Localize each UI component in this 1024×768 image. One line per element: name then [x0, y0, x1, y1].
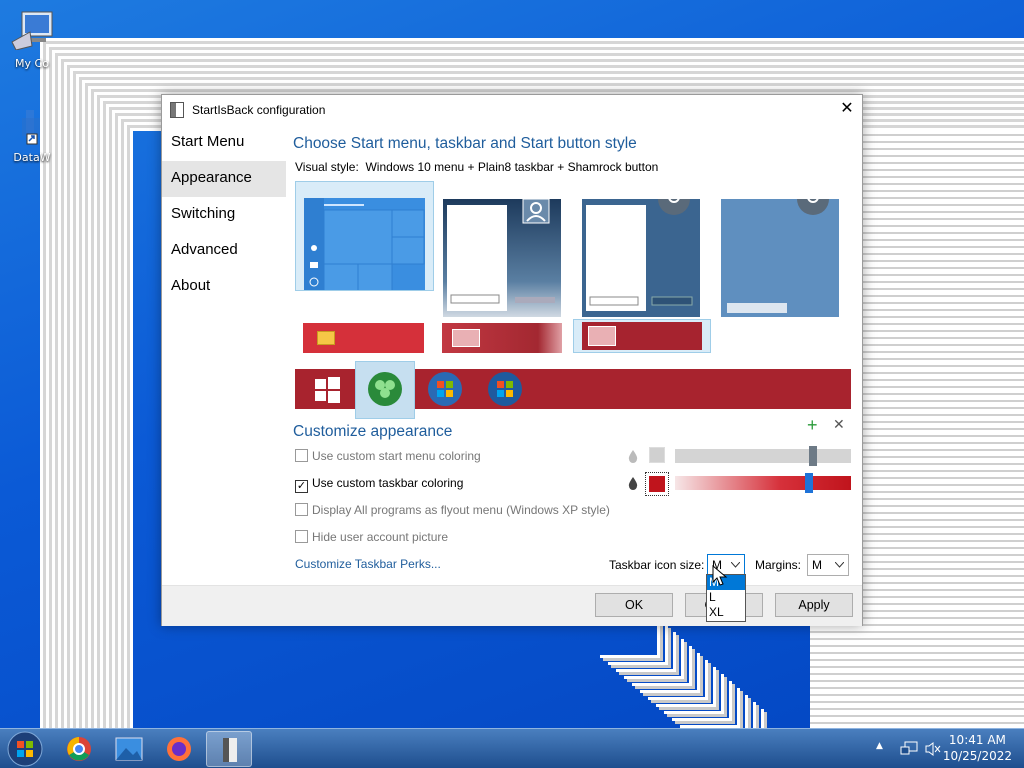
- desktop-icon-datawrapper[interactable]: DataW: [2, 108, 62, 164]
- mouse-cursor-icon: [712, 565, 728, 586]
- checkbox-box: [295, 530, 308, 543]
- menu-style-plain8[interactable]: [443, 198, 561, 317]
- apply-button[interactable]: Apply: [775, 593, 853, 617]
- menu-style-win10[interactable]: [295, 181, 434, 316]
- custom-taskbar-coloring-checkbox[interactable]: ✓ Use custom taskbar coloring: [295, 476, 463, 493]
- opacity-drop-icon: [628, 450, 638, 463]
- margins-label: Margins:: [755, 558, 802, 572]
- taskbar-style-gradient[interactable]: [442, 323, 562, 353]
- chrome-icon: [67, 737, 91, 761]
- visual-style-value: Windows 10 menu + Plain8 taskbar + Shamr…: [365, 160, 659, 174]
- folder-icon: [317, 331, 335, 345]
- dropdown-option[interactable]: XL: [707, 605, 745, 620]
- win7-orb-alt-icon[interactable]: [487, 371, 523, 407]
- photos-icon: [115, 737, 143, 761]
- flyout-menu-checkbox[interactable]: Display All programs as flyout menu (Win…: [295, 503, 610, 517]
- remove-icon[interactable]: ✕: [833, 416, 845, 433]
- sidebar-nav: Start Menu Appearance Switching Advanced…: [162, 125, 287, 305]
- desktop-icon-label: My Co: [15, 57, 49, 70]
- folder-icon: [588, 326, 616, 346]
- dialog-footer: OK Cancel Apply: [162, 585, 862, 626]
- firefox-icon: [167, 737, 191, 761]
- wallpaper-frame: [704, 709, 764, 728]
- shamrock-button-icon[interactable]: [367, 371, 403, 407]
- taskbar-chrome[interactable]: [56, 731, 102, 767]
- start-menu-color-slider[interactable]: [675, 446, 851, 466]
- customize-heading: Customize appearance: [293, 423, 453, 440]
- style-heading: Choose Start menu, taskbar and Start but…: [293, 135, 637, 152]
- hide-account-picture-checkbox[interactable]: Hide user account picture: [295, 530, 448, 544]
- close-button[interactable]: ✕: [832, 95, 862, 125]
- taskbar-firefox[interactable]: [156, 731, 202, 767]
- startisback-app-icon: [223, 738, 237, 762]
- desktop-icon-computer[interactable]: My Co: [2, 10, 62, 70]
- add-icon[interactable]: +: [807, 415, 818, 436]
- taskbar-style-flat[interactable]: [303, 323, 424, 353]
- checkbox-box: [295, 449, 308, 462]
- clock[interactable]: 10:41 AM 10/25/2022: [943, 733, 1012, 763]
- network-icon[interactable]: [900, 741, 918, 757]
- chevron-down-icon: [835, 562, 844, 568]
- checkbox-box: [295, 503, 308, 516]
- checkmark-icon: ✓: [295, 480, 308, 493]
- computer-icon: [11, 11, 53, 51]
- windows-logo-icon[interactable]: [309, 371, 345, 407]
- app-icon: [170, 102, 184, 118]
- taskbar-startisback[interactable]: [206, 731, 252, 767]
- ok-button[interactable]: OK: [595, 593, 673, 617]
- start-button-strip: [295, 361, 851, 419]
- chevron-down-icon: [731, 562, 740, 568]
- margins-select[interactable]: M: [807, 554, 849, 576]
- taskbar-style-plain-selected[interactable]: [573, 319, 711, 353]
- taskbar-photos[interactable]: [106, 731, 152, 767]
- taskbar-color-swatch[interactable]: [645, 472, 669, 496]
- flat-menu-preview: [727, 183, 829, 313]
- volume-muted-icon[interactable]: [924, 741, 942, 757]
- appearance-panel: Choose Start menu, taskbar and Start but…: [293, 125, 858, 585]
- app-shortcut-icon: [22, 110, 40, 145]
- nav-item-switching[interactable]: Switching: [162, 197, 287, 233]
- window-title: StartIsBack configuration: [192, 103, 326, 117]
- win7-orb-icon[interactable]: [427, 371, 463, 407]
- desktop-icon-label: DataW: [13, 151, 51, 164]
- taskbar-color-slider[interactable]: [675, 473, 851, 493]
- slider-thumb[interactable]: [805, 473, 814, 493]
- nav-item-start-menu[interactable]: Start Menu: [162, 125, 287, 161]
- start-menu-color-swatch[interactable]: [649, 447, 665, 463]
- dropdown-option[interactable]: L: [707, 590, 745, 605]
- tray-overflow-icon[interactable]: ▲: [876, 741, 883, 751]
- customize-taskbar-perks-link[interactable]: Customize Taskbar Perks...: [295, 557, 441, 571]
- plain8-menu-preview: [447, 198, 555, 311]
- startisback-config-window: StartIsBack configuration ✕ Start Menu A…: [161, 94, 863, 626]
- taskbar: ▲ 10:41 AM 10/25/2022: [0, 728, 1024, 768]
- opacity-drop-icon: [628, 477, 638, 490]
- taskbar-icon-size-label: Taskbar icon size:: [609, 558, 705, 572]
- title-bar[interactable]: StartIsBack configuration ✕: [162, 95, 862, 125]
- slider-thumb[interactable]: [808, 446, 817, 466]
- clock-date: 10/25/2022: [942, 749, 1012, 763]
- custom-start-menu-coloring-checkbox[interactable]: Use custom start menu coloring: [295, 449, 481, 463]
- start-orb-icon[interactable]: [6, 730, 44, 768]
- nav-item-appearance[interactable]: Appearance: [162, 161, 286, 197]
- win10-menu-preview: [304, 198, 425, 316]
- visual-style-label: Visual style: Windows 10 menu + Plain8 t…: [295, 160, 659, 174]
- nav-item-advanced[interactable]: Advanced: [162, 233, 287, 269]
- menu-style-win10-flat[interactable]: [721, 183, 839, 317]
- clock-time: 10:41 AM: [948, 733, 1006, 747]
- plain-menu-preview: [586, 183, 693, 311]
- menu-style-plain[interactable]: [582, 183, 700, 317]
- nav-item-about[interactable]: About: [162, 269, 287, 305]
- selected-value: M: [812, 558, 822, 572]
- folder-icon: [452, 329, 480, 347]
